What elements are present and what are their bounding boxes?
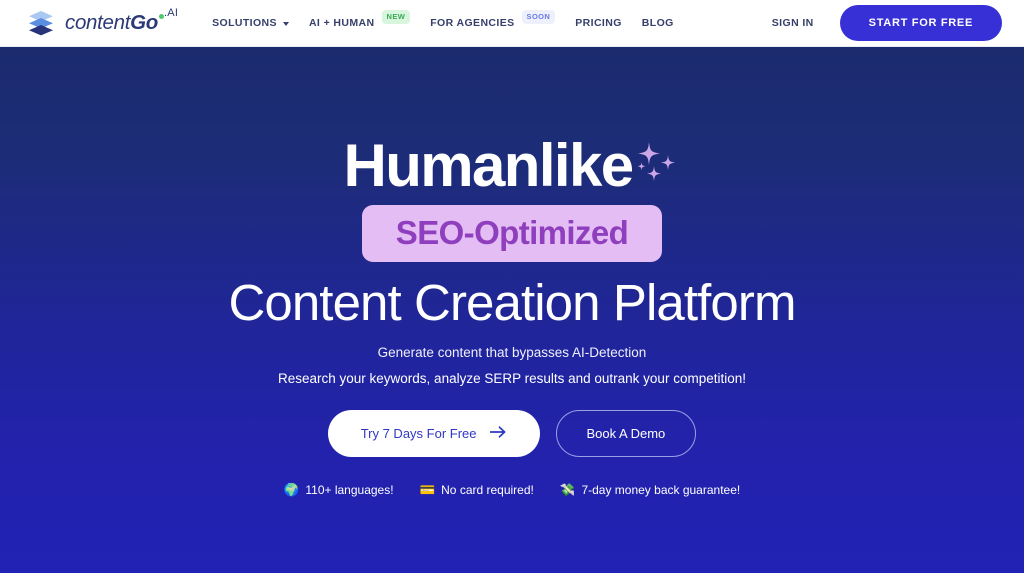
brand-ai-suffix: .AI [164, 7, 179, 20]
brand-logo[interactable]: contentGo .AI [26, 7, 178, 38]
layers-stack-icon [26, 8, 56, 38]
brand-wordmark: contentGo .AI [65, 7, 178, 35]
feature-no-card-label: No card required! [441, 483, 534, 498]
hero-subtitle-1: Generate content that bypasses AI-Detect… [377, 345, 647, 361]
nav-label-pricing: PRICING [575, 17, 622, 29]
start-for-free-button[interactable]: START FOR FREE [839, 5, 1002, 41]
arrow-right-icon [489, 426, 507, 441]
try-free-label: Try 7 Days For Free [360, 426, 477, 442]
nav-item-ai-human[interactable]: AI + HUMAN NEW [308, 10, 411, 30]
hero-feature-row: 🌍 110+ languages! 💳 No card required! 💸 … [284, 483, 740, 497]
nav-item-blog[interactable]: BLOG [642, 17, 674, 29]
try-free-button[interactable]: Try 7 Days For Free [327, 410, 540, 458]
book-demo-button[interactable]: Book A Demo [555, 410, 697, 458]
feature-money-back-label: 7-day money back guarantee! [581, 483, 741, 498]
nav-label-solutions: SOLUTIONS [212, 17, 277, 29]
nav-label-ai-human: AI + HUMAN [308, 17, 375, 29]
brand-text-bold: Go [130, 11, 159, 34]
globe-icon: 🌍 [283, 482, 300, 497]
seo-optimized-label: SEO-Optimized [395, 214, 629, 251]
site-header: contentGo .AI SOLUTIONS AI + HUMAN NEW FO… [0, 0, 1024, 47]
nav-item-solutions[interactable]: SOLUTIONS [212, 17, 289, 29]
money-flying-icon: 💸 [559, 482, 576, 497]
nav-label-blog: BLOG [641, 17, 674, 29]
headline-humanlike: Humanlike [343, 132, 634, 199]
badge-soon: SOON [521, 10, 556, 24]
badge-new: NEW [381, 10, 411, 24]
nav-item-pricing[interactable]: PRICING [575, 17, 622, 29]
sparkles-icon [635, 140, 681, 190]
brand-text-light: content [65, 11, 131, 34]
header-actions: SIGN IN START FOR FREE [772, 5, 1002, 41]
hero-subtitle-2: Research your keywords, analyze SERP res… [278, 371, 746, 387]
feature-languages-label: 110+ languages! [305, 483, 394, 498]
credit-card-icon: 💳 [419, 482, 436, 497]
feature-languages: 🌍 110+ languages! [284, 483, 394, 497]
hero-cta-row: Try 7 Days For Free Book A Demo [327, 410, 697, 458]
nav-label-for-agencies: FOR AGENCIES [430, 17, 515, 29]
headline-line-1: Humanlike [343, 136, 680, 196]
main-navigation: SOLUTIONS AI + HUMAN NEW FOR AGENCIES SO… [212, 10, 674, 30]
chevron-down-icon [282, 22, 289, 26]
sign-in-link[interactable]: SIGN IN [772, 17, 814, 29]
seo-optimized-badge: SEO-Optimized [361, 205, 663, 262]
feature-no-card: 💳 No card required! [420, 483, 534, 497]
nav-item-for-agencies[interactable]: FOR AGENCIES SOON [430, 10, 556, 30]
headline-line-3: Content Creation Platform [228, 274, 796, 331]
feature-money-back: 💸 7-day money back guarantee! [560, 483, 740, 497]
hero-section: Humanlike SEO-Optimized Content Creation… [0, 47, 1024, 573]
